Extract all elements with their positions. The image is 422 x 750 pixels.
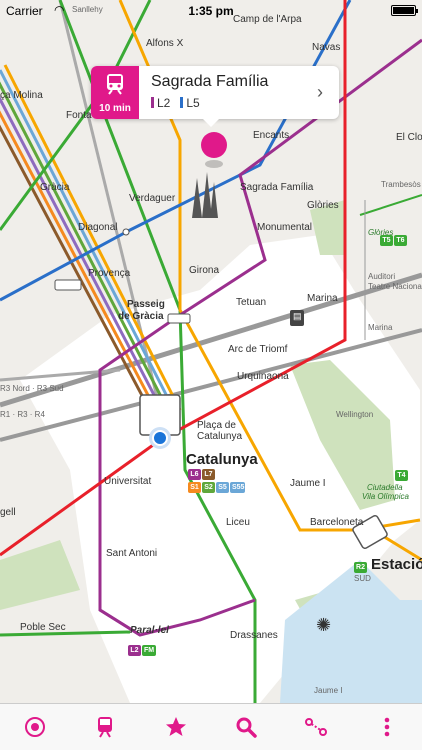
label-glories[interactable]: Glòries <box>307 200 339 211</box>
label-placa-2[interactable]: Catalunya <box>197 431 242 442</box>
chevron-right-icon[interactable]: › <box>317 82 323 103</box>
label-urquinaona[interactable]: Urquinaona <box>237 371 289 382</box>
badge-s1: S1 <box>188 482 201 493</box>
label-gracia[interactable]: Gràcia <box>40 182 69 193</box>
callout-eta: 10 min <box>99 103 131 114</box>
bus-icon: ▤ <box>293 311 302 321</box>
fish-icon: ✺ <box>316 615 332 635</box>
label-passeig-2[interactable]: de Gràcia <box>118 311 164 322</box>
callout-icon-box: 10 min <box>91 66 139 119</box>
label-girona[interactable]: Girona <box>189 265 219 276</box>
tab-route[interactable] <box>296 707 336 747</box>
callout-line-a: L2 <box>157 96 171 110</box>
label-provenca[interactable]: Provença <box>88 268 130 279</box>
battery-icon <box>391 5 418 16</box>
label-poble-sec[interactable]: Poble Sec <box>20 622 66 633</box>
badge-t5: T5 <box>380 235 393 246</box>
route-icon <box>305 718 328 736</box>
badge-l6: L6 <box>188 469 201 480</box>
label-r3-nord: R3 Nord · R3 Sud <box>0 384 64 393</box>
tab-favorites[interactable] <box>156 707 196 747</box>
badge-s5: S5 <box>216 482 229 493</box>
label-universitat[interactable]: Universitat <box>104 476 151 487</box>
train-icon <box>107 74 123 95</box>
label-sant-antoni[interactable]: Sant Antoni <box>106 548 157 559</box>
tab-search[interactable] <box>226 707 266 747</box>
clock: 1:35 pm <box>188 4 234 18</box>
tab-nearby[interactable] <box>15 707 55 747</box>
badge-l7: L7 <box>202 469 215 480</box>
line-l2-chip <box>151 97 154 108</box>
label-ciutadella-1: Ciutadella <box>367 483 403 492</box>
target-icon <box>25 717 46 737</box>
badge-fm: FM <box>142 645 156 656</box>
label-teatre: Teatre Nacional <box>368 282 422 291</box>
label-estacio[interactable]: Estació <box>371 556 422 573</box>
label-r2-sud: SUD <box>354 574 371 583</box>
label-tetuan[interactable]: Tetuan <box>236 297 266 308</box>
label-diagonal[interactable]: Diagonal <box>78 222 117 233</box>
label-monumental[interactable]: Monumental <box>257 222 312 233</box>
label-passeig-1[interactable]: Passeig <box>127 299 165 310</box>
badge-l2-paralel: L2 <box>128 645 141 656</box>
callout-lines: L2 L5 <box>151 96 200 110</box>
label-gell[interactable]: gell <box>0 507 16 518</box>
label-alfons[interactable]: Alfons X <box>146 38 183 49</box>
train-icon <box>98 717 113 738</box>
tab-more[interactable] <box>367 707 407 747</box>
badge-r2: R2 <box>354 562 367 573</box>
callout-station-name: Sagrada Família <box>151 73 269 90</box>
tab-bar <box>0 703 422 750</box>
label-sagrada[interactable]: Sagrada Família <box>240 182 313 193</box>
search-icon <box>236 717 257 738</box>
tab-stations[interactable] <box>85 707 125 747</box>
label-r1: R1 · R3 · R4 <box>0 410 45 419</box>
label-ciutadella-2: Vila Olímpica <box>362 492 409 501</box>
label-navas[interactable]: Navas <box>312 42 340 53</box>
label-paralel[interactable]: Paral·lel <box>130 625 169 636</box>
badge-s55: S55 <box>230 482 245 493</box>
label-auditori: Auditori <box>368 272 396 281</box>
label-marina-tram: Marina <box>368 323 393 332</box>
label-placa-1[interactable]: Plaça de <box>197 420 236 431</box>
label-verdaguer[interactable]: Verdaguer <box>129 193 175 204</box>
badge-t6: T6 <box>394 235 407 246</box>
label-barceloneta[interactable]: Barceloneta <box>310 517 363 528</box>
line-l5-chip <box>180 97 184 108</box>
label-liceu[interactable]: Liceu <box>226 517 250 528</box>
label-marina[interactable]: Marina <box>307 293 338 304</box>
badge-s2: S2 <box>202 482 215 493</box>
label-jaume1[interactable]: Jaume I <box>290 478 326 489</box>
station-callout[interactable]: 10 min Sagrada Família L2 L5 › <box>91 66 339 127</box>
label-jaume1-tram: Jaume I <box>314 686 343 695</box>
label-catalunya[interactable]: Catalunya <box>186 451 258 468</box>
badge-t4: T4 <box>395 470 408 481</box>
label-arc[interactable]: Arc de Triomf <box>228 344 287 355</box>
label-clot[interactable]: El Clot-A <box>396 132 422 143</box>
status-bar: Carrier ◠ 1:35 pm <box>0 0 422 22</box>
label-molina[interactable]: ça Molina <box>0 90 43 101</box>
label-encants[interactable]: Encants <box>253 130 289 141</box>
label-trambesos: Trambesòs <box>381 180 421 189</box>
more-icon <box>384 717 390 737</box>
star-icon <box>165 717 186 736</box>
label-wellington: Wellington <box>336 410 374 419</box>
callout-line-b: L5 <box>186 96 200 110</box>
label-fonta[interactable]: Fonta <box>66 110 92 121</box>
label-drassanes[interactable]: Drassanes <box>230 630 278 641</box>
